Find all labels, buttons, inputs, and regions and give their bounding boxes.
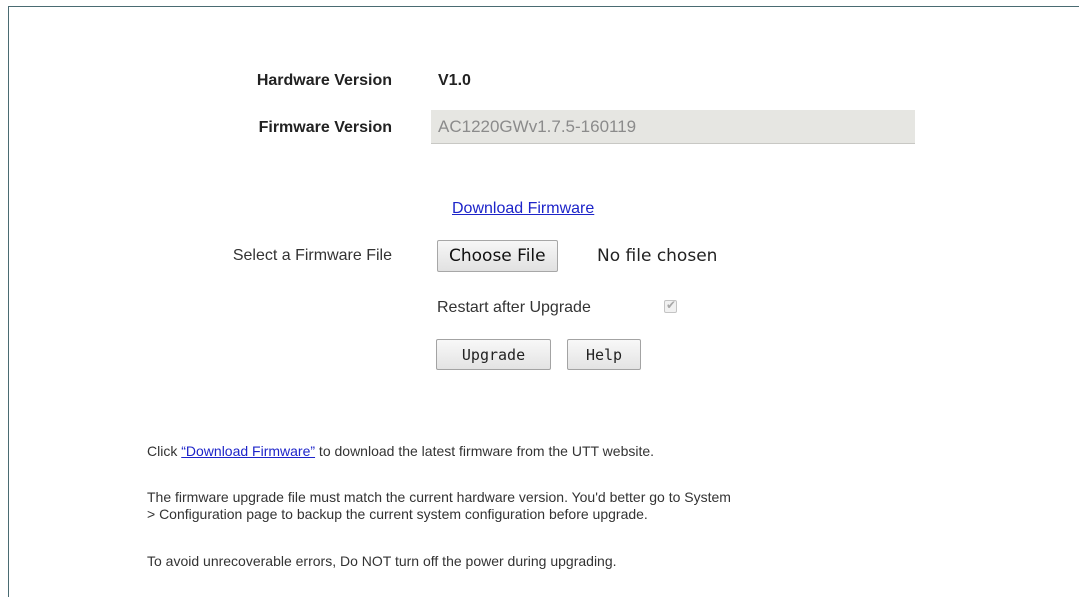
match-version-note: The firmware upgrade file must match the… bbox=[147, 489, 1017, 523]
download-firmware-link[interactable]: Download Firmware bbox=[452, 200, 594, 218]
note-text: Click bbox=[147, 443, 182, 459]
note-text: to download the latest firmware from the… bbox=[315, 443, 655, 459]
select-firmware-file-label: Select a Firmware File bbox=[232, 247, 392, 264]
upgrade-button[interactable]: Upgrade bbox=[436, 339, 551, 370]
download-firmware-inline-link[interactable]: “Download Firmware” bbox=[181, 443, 315, 459]
file-status-text: No file chosen bbox=[597, 246, 718, 266]
download-note: Click “Download Firmware” to download th… bbox=[147, 443, 1017, 460]
restart-after-upgrade-label: Restart after Upgrade bbox=[437, 299, 591, 316]
restart-after-upgrade-checkbox[interactable]: ✔ bbox=[664, 298, 677, 313]
note-line: The firmware upgrade file must match the… bbox=[147, 489, 731, 505]
note-line: > Configuration page to backup the curre… bbox=[147, 506, 648, 522]
checkmark-icon: ✔ bbox=[666, 298, 677, 312]
hardware-version-value: V1.0 bbox=[438, 72, 471, 89]
hardware-version-label: Hardware Version bbox=[256, 72, 392, 89]
firmware-version-field: AC1220GWv1.7.5-160119 bbox=[431, 110, 915, 144]
firmware-version-label: Firmware Version bbox=[258, 119, 392, 136]
choose-file-button[interactable]: Choose File bbox=[437, 240, 558, 272]
power-warning-note: To avoid unrecoverable errors, Do NOT tu… bbox=[147, 553, 617, 569]
help-button[interactable]: Help bbox=[567, 339, 641, 370]
